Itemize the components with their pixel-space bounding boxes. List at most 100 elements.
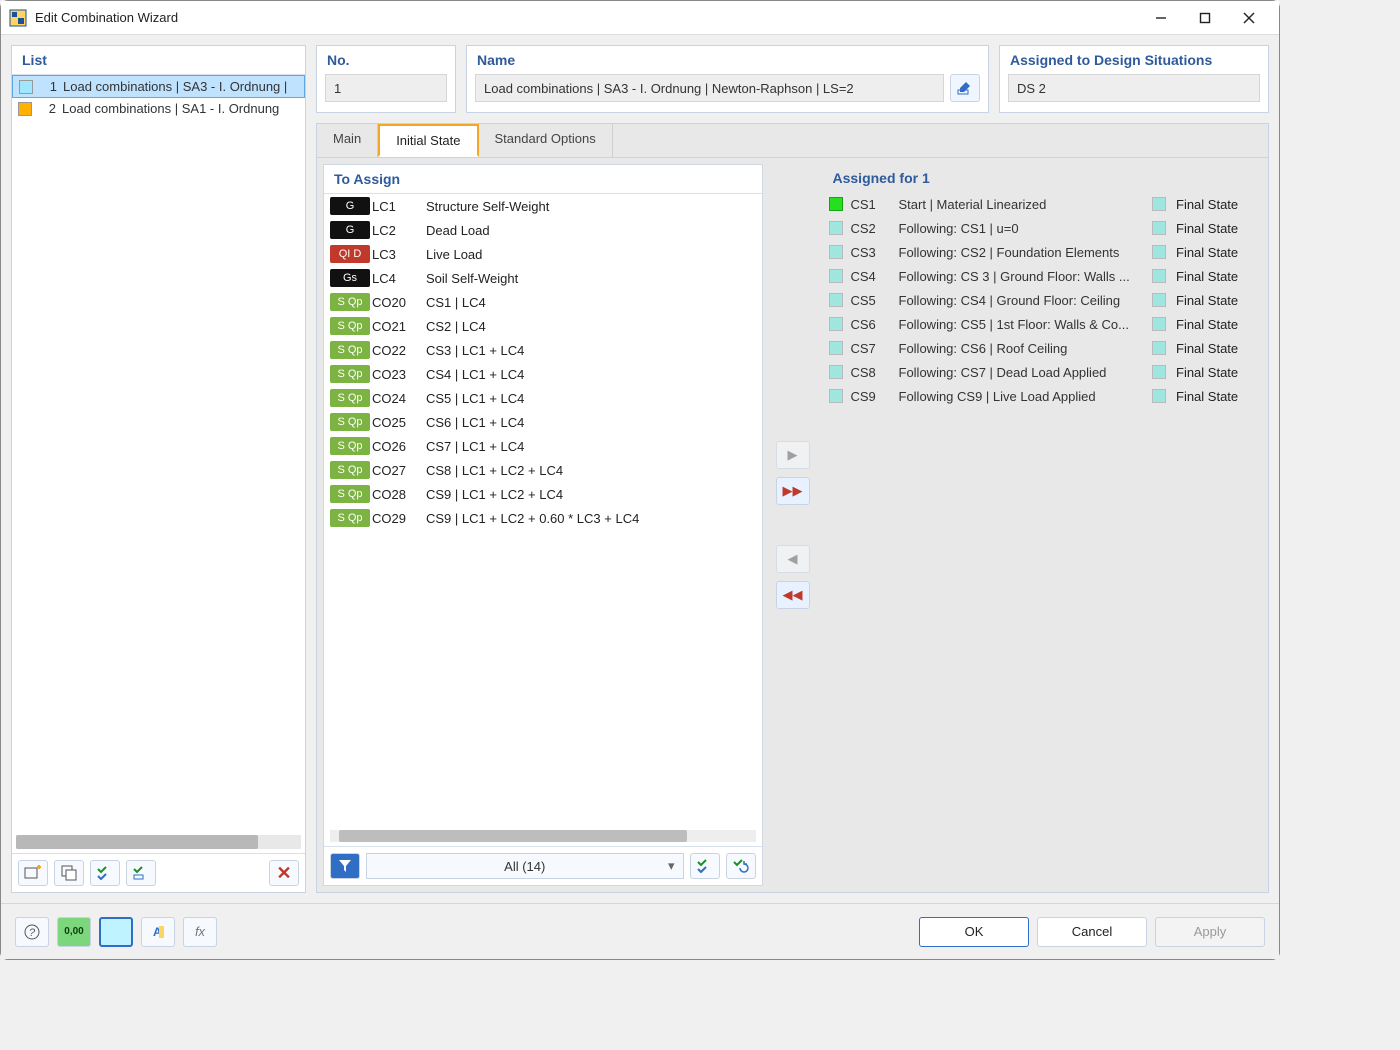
row-desc: Following: CS6 | Roof Ceiling (899, 341, 1149, 356)
to-assign-row[interactable]: QI D LC3 Live Load (324, 242, 762, 266)
tab-initial-state[interactable]: Initial State (378, 124, 478, 157)
minimize-button[interactable] (1139, 3, 1183, 33)
no-input[interactable] (325, 74, 447, 102)
row-code: CS9 (851, 389, 895, 404)
row-desc: Start | Material Linearized (899, 197, 1149, 212)
tab-standard-options[interactable]: Standard Options (479, 124, 613, 157)
row-desc: CS1 | LC4 (426, 295, 756, 310)
state-swatch (829, 269, 843, 283)
to-assign-scrollbar[interactable] (330, 830, 756, 842)
tab-main[interactable]: Main (317, 124, 378, 157)
state-swatch (829, 317, 843, 331)
list-scrollbar[interactable] (16, 835, 301, 849)
to-assign-footer: All (14) ▾ (324, 846, 762, 885)
row-desc: CS9 | LC1 + LC2 + 0.60 * LC3 + LC4 (426, 511, 756, 526)
to-assign-row[interactable]: G LC1 Structure Self-Weight (324, 194, 762, 218)
to-assign-row[interactable]: S Qp CO25 CS6 | LC1 + LC4 (324, 410, 762, 434)
final-state-label: Final State (1176, 341, 1256, 356)
assigned-row[interactable]: CS9 Following CS9 | Live Load Applied Fi… (823, 384, 1263, 408)
to-assign-row[interactable]: S Qp CO28 CS9 | LC1 + LC2 + LC4 (324, 482, 762, 506)
row-desc: CS2 | LC4 (426, 319, 756, 334)
new-item-button[interactable] (18, 860, 48, 886)
name-input[interactable] (475, 74, 944, 102)
move-all-left-button[interactable]: ◀◀ (776, 581, 810, 609)
maximize-button[interactable] (1183, 3, 1227, 33)
svg-text:?: ? (29, 927, 36, 939)
assigned-row[interactable]: CS7 Following: CS6 | Roof Ceiling Final … (823, 336, 1263, 360)
list-row-number: 1 (39, 79, 57, 94)
check-some-button[interactable] (126, 860, 156, 886)
assigned-row[interactable]: CS6 Following: CS5 | 1st Floor: Walls & … (823, 312, 1263, 336)
row-code: CO28 (372, 487, 426, 502)
filter-select[interactable]: All (14) ▾ (366, 853, 684, 879)
to-assign-row[interactable]: S Qp CO23 CS4 | LC1 + LC4 (324, 362, 762, 386)
text-tool-button[interactable]: A (141, 917, 175, 947)
units-button[interactable]: 0,00 (57, 917, 91, 947)
main-content: List 1 Load combinations | SA3 - I. Ordn… (1, 35, 1279, 903)
to-assign-row[interactable]: S Qp CO24 CS5 | LC1 + LC4 (324, 386, 762, 410)
assigned-rows[interactable]: CS1 Start | Material Linearized Final St… (823, 192, 1263, 886)
no-field-box: No. (316, 45, 456, 113)
category-tag: G (330, 197, 370, 215)
list-row-number: 2 (38, 101, 56, 116)
category-tag: S Qp (330, 437, 370, 455)
to-assign-row[interactable]: S Qp CO20 CS1 | LC4 (324, 290, 762, 314)
color-button[interactable] (99, 917, 133, 947)
move-right-button[interactable]: ▶ (776, 441, 810, 469)
copy-item-button[interactable] (54, 860, 84, 886)
close-button[interactable] (1227, 3, 1271, 33)
cancel-button[interactable]: Cancel (1037, 917, 1147, 947)
to-assign-row[interactable]: S Qp CO21 CS2 | LC4 (324, 314, 762, 338)
assigned-input[interactable] (1008, 74, 1260, 102)
reset-items-button[interactable] (726, 853, 756, 879)
assigned-row[interactable]: CS2 Following: CS1 | u=0 Final State (823, 216, 1263, 240)
to-assign-header: To Assign (324, 165, 762, 194)
name-field-box: Name (466, 45, 989, 113)
assigned-row[interactable]: CS3 Following: CS2 | Foundation Elements… (823, 240, 1263, 264)
assigned-row[interactable]: CS1 Start | Material Linearized Final St… (823, 192, 1263, 216)
list-row[interactable]: 1 Load combinations | SA3 - I. Ordnung | (12, 75, 305, 98)
move-left-button[interactable]: ◀ (776, 545, 810, 573)
row-code: CO25 (372, 415, 426, 430)
final-swatch (1152, 245, 1166, 259)
assigned-row[interactable]: CS5 Following: CS4 | Ground Floor: Ceili… (823, 288, 1263, 312)
check-items-button[interactable] (690, 853, 720, 879)
category-tag: S Qp (330, 293, 370, 311)
row-code: CO26 (372, 439, 426, 454)
row-desc: CS4 | LC1 + LC4 (426, 367, 756, 382)
to-assign-rows[interactable]: G LC1 Structure Self-WeightG LC2 Dead Lo… (324, 194, 762, 826)
to-assign-row[interactable]: S Qp CO27 CS8 | LC1 + LC2 + LC4 (324, 458, 762, 482)
check-all-button[interactable] (90, 860, 120, 886)
edit-name-button[interactable] (950, 74, 980, 102)
final-state-label: Final State (1176, 365, 1256, 380)
category-tag: S Qp (330, 509, 370, 527)
tab-card: Main Initial State Standard Options To A… (316, 123, 1269, 893)
list-row[interactable]: 2 Load combinations | SA1 - I. Ordnung (12, 98, 305, 119)
to-assign-row[interactable]: S Qp CO26 CS7 | LC1 + LC4 (324, 434, 762, 458)
state-swatch (829, 365, 843, 379)
delete-item-button[interactable]: ✕ (269, 860, 299, 886)
list-items[interactable]: 1 Load combinations | SA3 - I. Ordnung |… (12, 75, 305, 831)
to-assign-row[interactable]: S Qp CO22 CS3 | LC1 + LC4 (324, 338, 762, 362)
help-button[interactable]: ? (15, 917, 49, 947)
filter-button[interactable] (330, 853, 360, 879)
state-swatch (829, 293, 843, 307)
to-assign-panel: To Assign G LC1 Structure Self-WeightG L… (323, 164, 763, 886)
assigned-row[interactable]: CS8 Following: CS7 | Dead Load Applied F… (823, 360, 1263, 384)
to-assign-row[interactable]: S Qp CO29 CS9 | LC1 + LC2 + 0.60 * LC3 +… (324, 506, 762, 530)
color-swatch (18, 102, 32, 116)
no-label: No. (325, 50, 447, 74)
row-code: CS3 (851, 245, 895, 260)
row-desc: Soil Self-Weight (426, 271, 756, 286)
to-assign-row[interactable]: Gs LC4 Soil Self-Weight (324, 266, 762, 290)
function-button[interactable]: fx (183, 917, 217, 947)
ok-button[interactable]: OK (919, 917, 1029, 947)
row-code: LC4 (372, 271, 426, 286)
list-header: List (12, 46, 305, 75)
move-all-right-button[interactable]: ▶▶ (776, 477, 810, 505)
row-desc: Structure Self-Weight (426, 199, 756, 214)
to-assign-row[interactable]: G LC2 Dead Load (324, 218, 762, 242)
assigned-row[interactable]: CS4 Following: CS 3 | Ground Floor: Wall… (823, 264, 1263, 288)
apply-button[interactable]: Apply (1155, 917, 1265, 947)
row-desc: Following: CS 3 | Ground Floor: Walls ..… (899, 269, 1149, 284)
